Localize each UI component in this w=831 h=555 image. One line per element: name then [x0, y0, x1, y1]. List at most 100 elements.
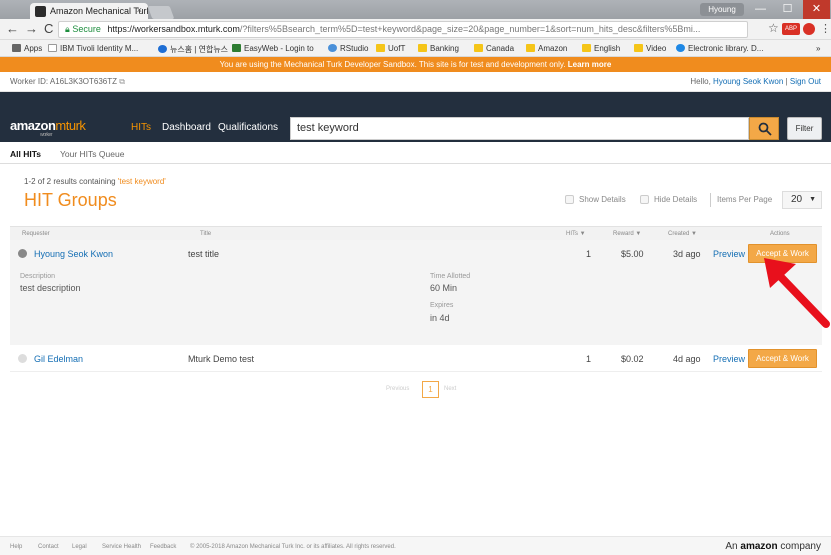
- pager-next[interactable]: Next: [444, 386, 456, 392]
- footer-feedback[interactable]: Feedback: [150, 544, 176, 550]
- bookmark-video[interactable]: Video: [634, 44, 666, 53]
- expires-label: Expires: [430, 302, 454, 309]
- minimize-icon[interactable]: —: [747, 0, 774, 19]
- bookmark-rstudio[interactable]: RStudio: [328, 44, 368, 53]
- col-created[interactable]: Created ▼: [668, 231, 697, 237]
- browser-titlebar: Amazon Mechanical Turk × Hyoung Seok — ☐…: [0, 0, 831, 27]
- show-details-toggle[interactable]: Show Details: [565, 195, 626, 204]
- col-title[interactable]: Title: [200, 231, 211, 237]
- tab-title: Amazon Mechanical Turk: [50, 6, 148, 16]
- filter-button[interactable]: Filter: [787, 117, 822, 140]
- col-actions: Actions: [770, 231, 790, 237]
- tab-hits-queue[interactable]: Your HITs Queue: [60, 149, 124, 159]
- bookmark-apps[interactable]: Apps: [12, 44, 42, 53]
- search-button[interactable]: [749, 117, 779, 140]
- maximize-icon[interactable]: ☐: [774, 0, 801, 19]
- page-footer: Help Contact Legal Service Health Feedba…: [0, 536, 831, 555]
- table-header: Requester Title HITs ▼ Reward ▼ Created …: [10, 226, 822, 240]
- bookmark-library[interactable]: Electronic library. D...: [676, 44, 763, 53]
- sign-out-link[interactable]: Sign Out: [790, 77, 821, 86]
- footer-contact[interactable]: Contact: [38, 544, 59, 550]
- browser-tab[interactable]: Amazon Mechanical Turk ×: [30, 3, 148, 20]
- checkbox-icon: [640, 195, 649, 204]
- time-allotted-label: Time Allotted: [430, 273, 471, 280]
- address-bar: ←→C⌂ 🔒︎ Secure https://workersandbox.mtu…: [0, 19, 831, 40]
- lock-icon: 🔒︎: [65, 24, 70, 34]
- page-icon: [48, 44, 57, 52]
- accept-work-button[interactable]: Accept & Work: [748, 349, 817, 368]
- requester-link[interactable]: Hyoung Seok Kwon: [34, 249, 113, 259]
- expires-value: in 4d: [430, 313, 450, 323]
- td-icon: [232, 44, 241, 52]
- hit-title[interactable]: Mturk Demo test: [188, 354, 254, 364]
- mturk-logo[interactable]: amazonmturk worker: [10, 118, 86, 138]
- adblock-extension-icon[interactable]: ABP: [782, 23, 800, 35]
- folder-icon: [474, 44, 483, 52]
- footer-service-health[interactable]: Service Health: [102, 544, 141, 550]
- requester-link[interactable]: Gil Edelman: [34, 354, 83, 364]
- search-input[interactable]: test keyword: [290, 117, 749, 140]
- globe-icon: [158, 45, 167, 53]
- extension-icon[interactable]: [803, 23, 815, 35]
- col-requester[interactable]: Requester: [22, 231, 50, 237]
- profile-button[interactable]: Hyoung Seok: [700, 3, 744, 27]
- hit-detail-panel: Description test description Time Allott…: [10, 267, 822, 347]
- nav-hits[interactable]: HITs: [131, 122, 151, 133]
- expand-circle-icon[interactable]: [18, 354, 27, 363]
- browser-menu-icon[interactable]: ⋮: [820, 22, 831, 35]
- red-arrow-annotation: [764, 258, 830, 328]
- bookmark-easyweb[interactable]: EasyWeb - Login to: [232, 44, 314, 53]
- time-allotted-value: 60 Min: [430, 283, 458, 293]
- bookmark-amazon[interactable]: Amazon: [526, 44, 567, 53]
- tab-close-icon[interactable]: ×: [137, 5, 142, 15]
- checkbox-icon: [565, 195, 574, 204]
- nav-qualifications[interactable]: Qualifications: [218, 122, 278, 133]
- user-name-link[interactable]: Hyoung Seok Kwon: [713, 77, 783, 86]
- worker-id: Worker ID: A16L3K3OT636TZ ⧉: [10, 77, 125, 86]
- bookmark-english[interactable]: English: [582, 44, 620, 53]
- preview-link[interactable]: Preview: [713, 249, 745, 259]
- table-row[interactable]: Gil Edelman Mturk Demo test 1 $0.02 4d a…: [10, 345, 822, 372]
- url-path: /?filters%5Bsearch_term%5D=test+keyword&…: [239, 24, 701, 34]
- folder-icon: [634, 44, 643, 52]
- hide-details-toggle[interactable]: Hide Details: [640, 195, 697, 204]
- hit-created: 4d ago: [673, 354, 701, 364]
- nav-dashboard[interactable]: Dashboard: [162, 122, 211, 133]
- hit-reward: $5.00: [621, 249, 644, 259]
- table-row[interactable]: Hyoung Seok Kwon test title 1 $5.00 3d a…: [10, 240, 822, 267]
- preview-link[interactable]: Preview: [713, 354, 745, 364]
- close-window-icon[interactable]: ✕: [803, 0, 830, 19]
- bookmark-canada[interactable]: Canada: [474, 44, 514, 53]
- hits-subtabs: All HITs Your HITs Queue: [0, 142, 831, 164]
- footer-help[interactable]: Help: [10, 544, 22, 550]
- tab-all-hits[interactable]: All HITs: [10, 149, 41, 159]
- apps-icon: [12, 44, 21, 52]
- bookmark-banking[interactable]: Banking: [418, 44, 459, 53]
- collapse-circle-icon[interactable]: [18, 249, 27, 258]
- folder-icon: [418, 44, 427, 52]
- bookmark-ibm[interactable]: IBM Tivoli Identity M...: [48, 44, 138, 53]
- bookmarks-bar: Apps IBM Tivoli Identity M... 뉴스홈 | 연합뉴스…: [0, 40, 831, 57]
- col-hits[interactable]: HITs ▼: [566, 231, 586, 237]
- hit-title[interactable]: test title: [188, 249, 219, 259]
- folder-icon: [582, 44, 591, 52]
- items-per-page-select[interactable]: 20 ▼: [782, 191, 822, 209]
- description-value: test description: [20, 283, 81, 293]
- learn-more-link[interactable]: Learn more: [568, 60, 612, 69]
- star-icon[interactable]: ☆: [768, 21, 779, 35]
- bookmarks-more-icon[interactable]: »: [816, 44, 820, 53]
- bookmark-uoft[interactable]: UofT: [376, 44, 405, 53]
- footer-legal[interactable]: Legal: [72, 544, 87, 550]
- url-field[interactable]: 🔒︎ Secure https://workersandbox.mturk.co…: [58, 21, 748, 38]
- new-tab-button[interactable]: [147, 6, 175, 19]
- col-reward[interactable]: Reward ▼: [613, 231, 641, 237]
- pager-current-page[interactable]: 1: [422, 381, 439, 398]
- bookmark-yonhap[interactable]: 뉴스홈 | 연합뉴스: [158, 44, 228, 55]
- search-icon: [758, 122, 772, 136]
- pager-previous[interactable]: Previous: [386, 386, 409, 392]
- page-title: HIT Groups: [24, 190, 117, 210]
- copy-icon[interactable]: ⧉: [119, 77, 125, 86]
- sandbox-banner: You are using the Mechanical Turk Develo…: [0, 57, 831, 72]
- folder-icon: [526, 44, 535, 52]
- amazon-company-logo: An amazon company: [725, 541, 821, 552]
